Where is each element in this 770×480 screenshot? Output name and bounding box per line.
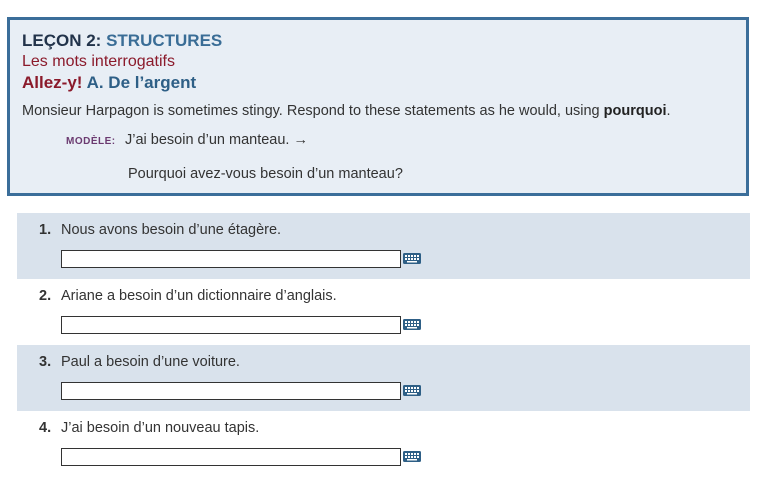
activity-heading: Allez-y! A. De l’argent (22, 73, 196, 93)
question-text: Ariane a besoin d’un dictionnaire d’angl… (61, 288, 337, 304)
lesson-topic: STRUCTURES (106, 31, 223, 50)
answer-input-3[interactable] (61, 382, 401, 400)
lesson-subtitle: Les mots interrogatifs (22, 53, 175, 70)
question-number: 1. (39, 222, 52, 238)
instructions: Monsieur Harpagon is sometimes stingy. R… (22, 103, 671, 119)
question-number: 2. (39, 288, 52, 304)
question-text: J’ai besoin d’un nouveau tapis. (61, 420, 260, 436)
question-number: 4. (39, 420, 52, 436)
instructions-text: Monsieur Harpagon is sometimes stingy. R… (22, 103, 604, 119)
keyboard-icon[interactable] (403, 317, 421, 331)
activity-header: LEÇON 2: STRUCTURES Les mots interrogati… (7, 17, 749, 196)
lesson-label: LEÇON 2: (22, 31, 102, 50)
answer-input-1[interactable] (61, 250, 401, 268)
question-number: 3. (39, 354, 52, 370)
question-item-4: 4. J’ai besoin d’un nouveau tapis. (17, 411, 750, 477)
answer-input-4[interactable] (61, 448, 401, 466)
lesson-heading: LEÇON 2: STRUCTURES (22, 31, 222, 51)
keyboard-icon[interactable] (403, 251, 421, 265)
model-answer: Pourquoi avez-vous besoin d’un manteau? (128, 166, 403, 182)
question-text: Paul a besoin d’une voiture. (61, 354, 240, 370)
model-prompt: J’ai besoin d’un manteau. → (125, 132, 308, 148)
question-item-1: 1. Nous avons besoin d’une étagère. (17, 213, 750, 279)
answer-input-2[interactable] (61, 316, 401, 334)
model-label: MODÈLE: (66, 136, 116, 147)
instructions-end: . (666, 103, 671, 119)
instructions-keyword: pourquoi (603, 103, 667, 119)
question-item-2: 2. Ariane a besoin d’un dictionnaire d’a… (17, 279, 750, 345)
keyboard-icon[interactable] (403, 383, 421, 397)
keyboard-icon[interactable] (403, 449, 421, 463)
activity-title: A. De l’argent (86, 73, 197, 92)
allez-label: Allez-y! (22, 73, 83, 92)
question-text: Nous avons besoin d’une étagère. (61, 222, 282, 238)
question-item-3: 3. Paul a besoin d’une voiture. (17, 345, 750, 411)
